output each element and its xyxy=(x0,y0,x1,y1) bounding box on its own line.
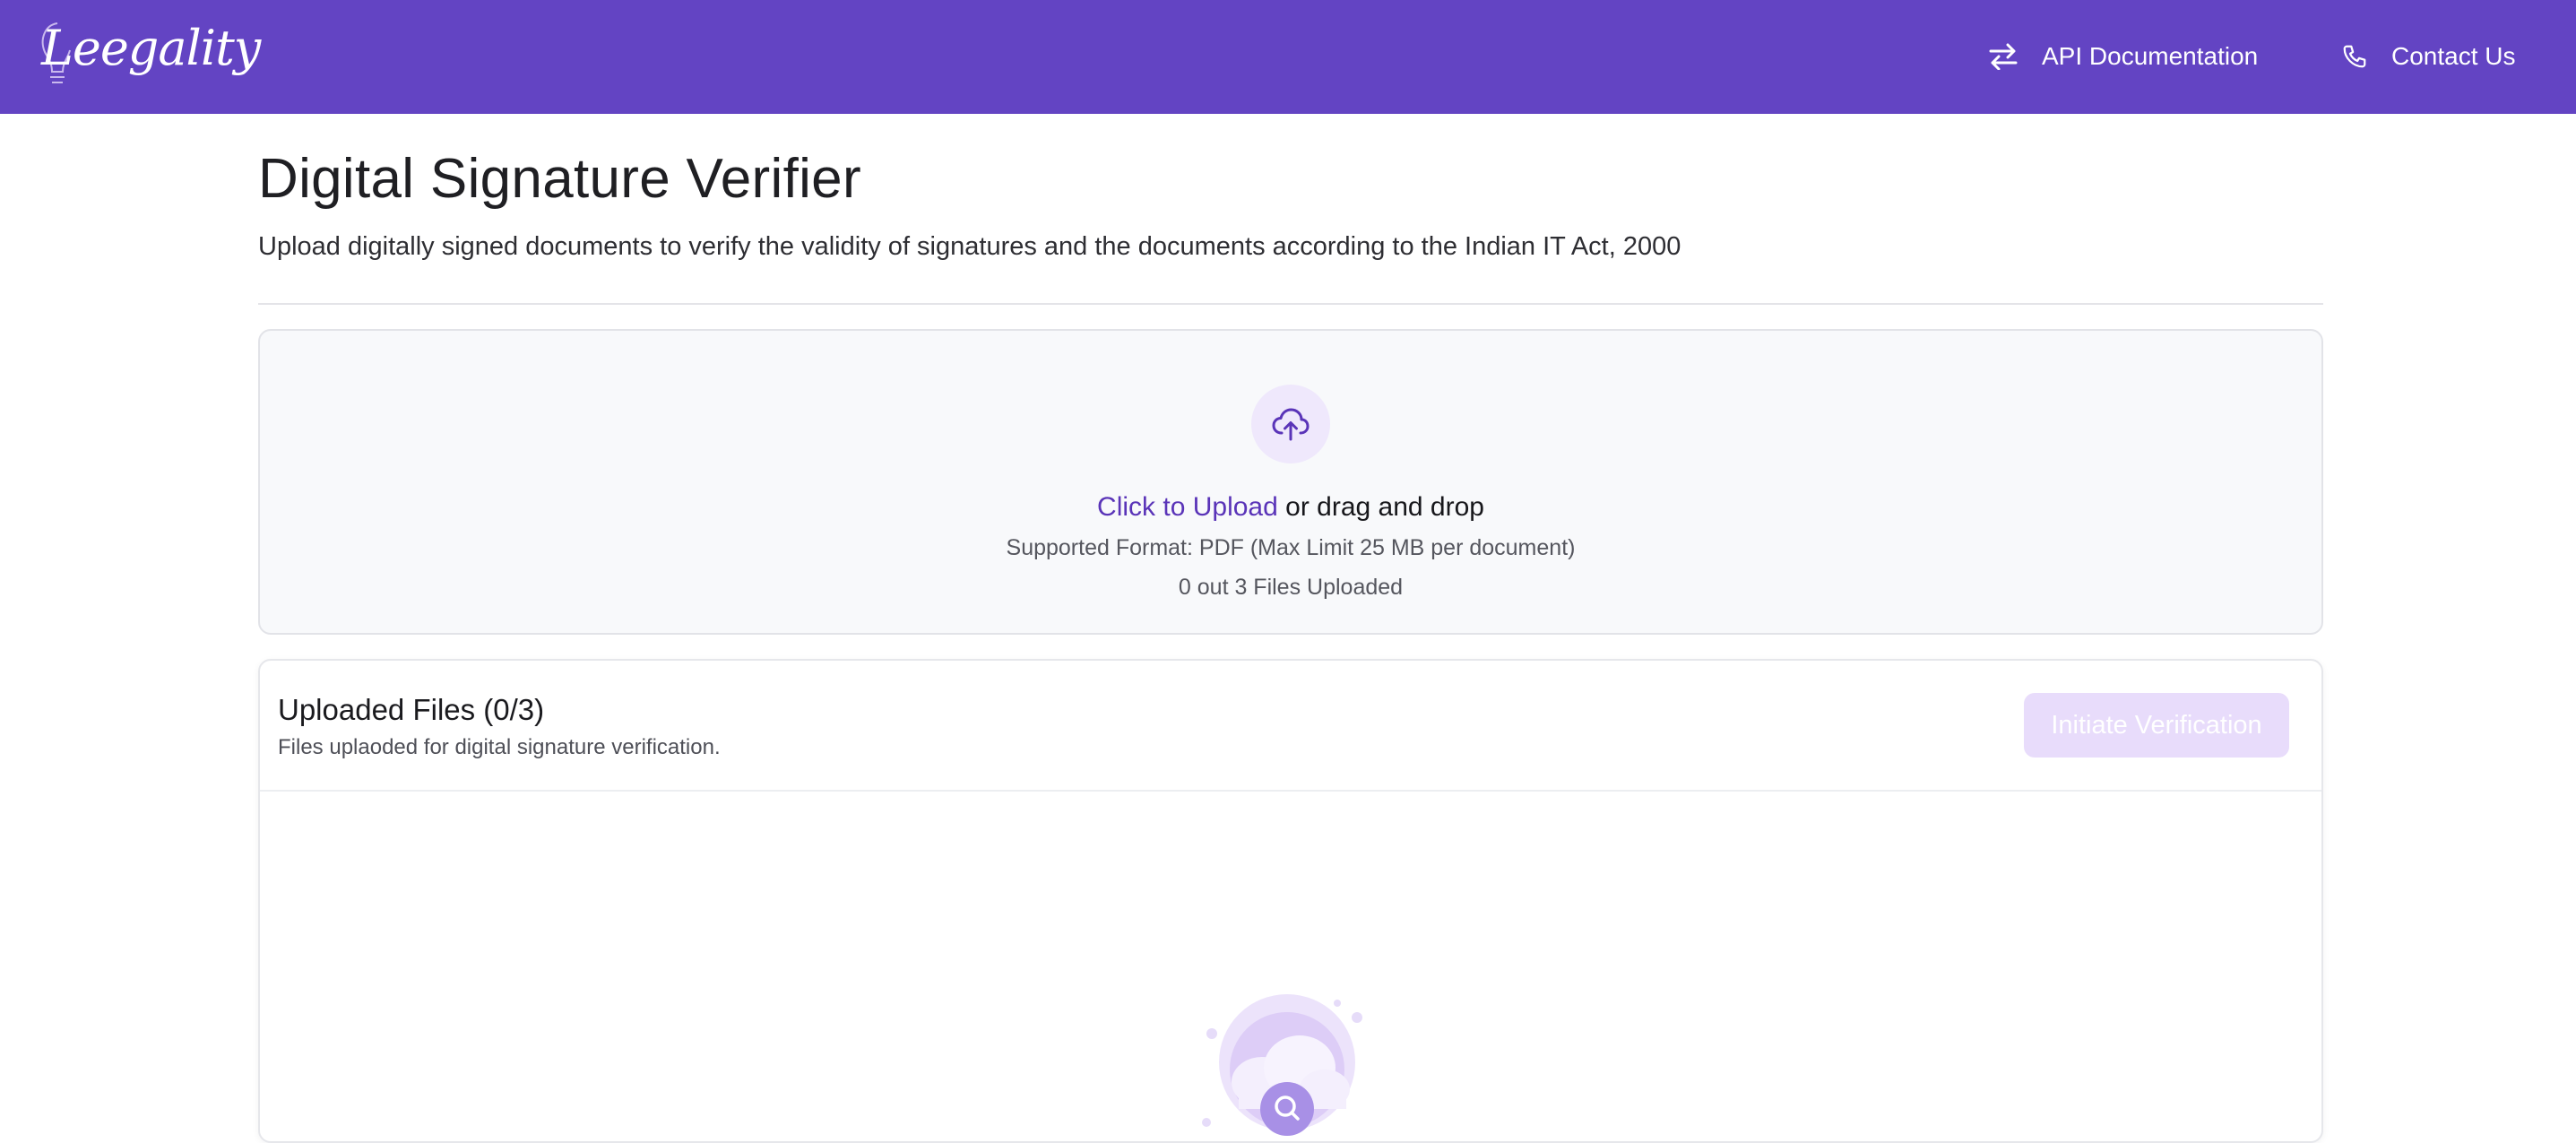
uploaded-files-title: Uploaded Files (0/3) xyxy=(278,693,545,726)
contact-us-link[interactable]: Contact Us xyxy=(2341,34,2516,79)
top-navbar: Leegality API Documentation Contact Us xyxy=(0,0,2576,114)
cloud-upload-icon xyxy=(1251,385,1330,463)
uploaded-files-card: Uploaded Files (0/3) Files uplaoded for … xyxy=(258,659,2323,1143)
initiate-verification-button[interactable]: Initiate Verification xyxy=(2024,693,2289,758)
click-to-upload-link[interactable]: Click to Upload xyxy=(1097,492,1278,522)
arrows-exchange-icon xyxy=(1988,43,2018,70)
drag-and-drop-text: or drag and drop xyxy=(1277,492,1484,522)
section-divider xyxy=(258,303,2323,305)
api-documentation-link[interactable]: API Documentation xyxy=(1988,34,2258,79)
logo-text: Leegality xyxy=(41,20,261,76)
page-title: Digital Signature Verifier xyxy=(258,148,861,210)
upload-instruction: Click to Upload or drag and drop xyxy=(260,488,2321,527)
supported-format-text: Supported Format: PDF (Max Limit 25 MB p… xyxy=(1006,535,1576,560)
api-documentation-label: API Documentation xyxy=(2042,42,2259,70)
uploaded-files-description: Files uplaoded for digital signature ver… xyxy=(278,735,721,759)
leegality-logo[interactable]: Leegality xyxy=(32,13,261,88)
files-uploaded-count: 0 out 3 Files Uploaded xyxy=(1178,575,1404,600)
empty-search-illustration xyxy=(1199,992,1387,1136)
page-subtitle: Upload digitally signed documents to ver… xyxy=(258,232,1681,261)
phone-icon xyxy=(2341,43,2368,70)
card-divider xyxy=(260,790,2321,792)
file-upload-dropzone[interactable]: Click to Upload or drag and drop Support… xyxy=(258,329,2323,635)
contact-us-label: Contact Us xyxy=(2391,42,2516,70)
